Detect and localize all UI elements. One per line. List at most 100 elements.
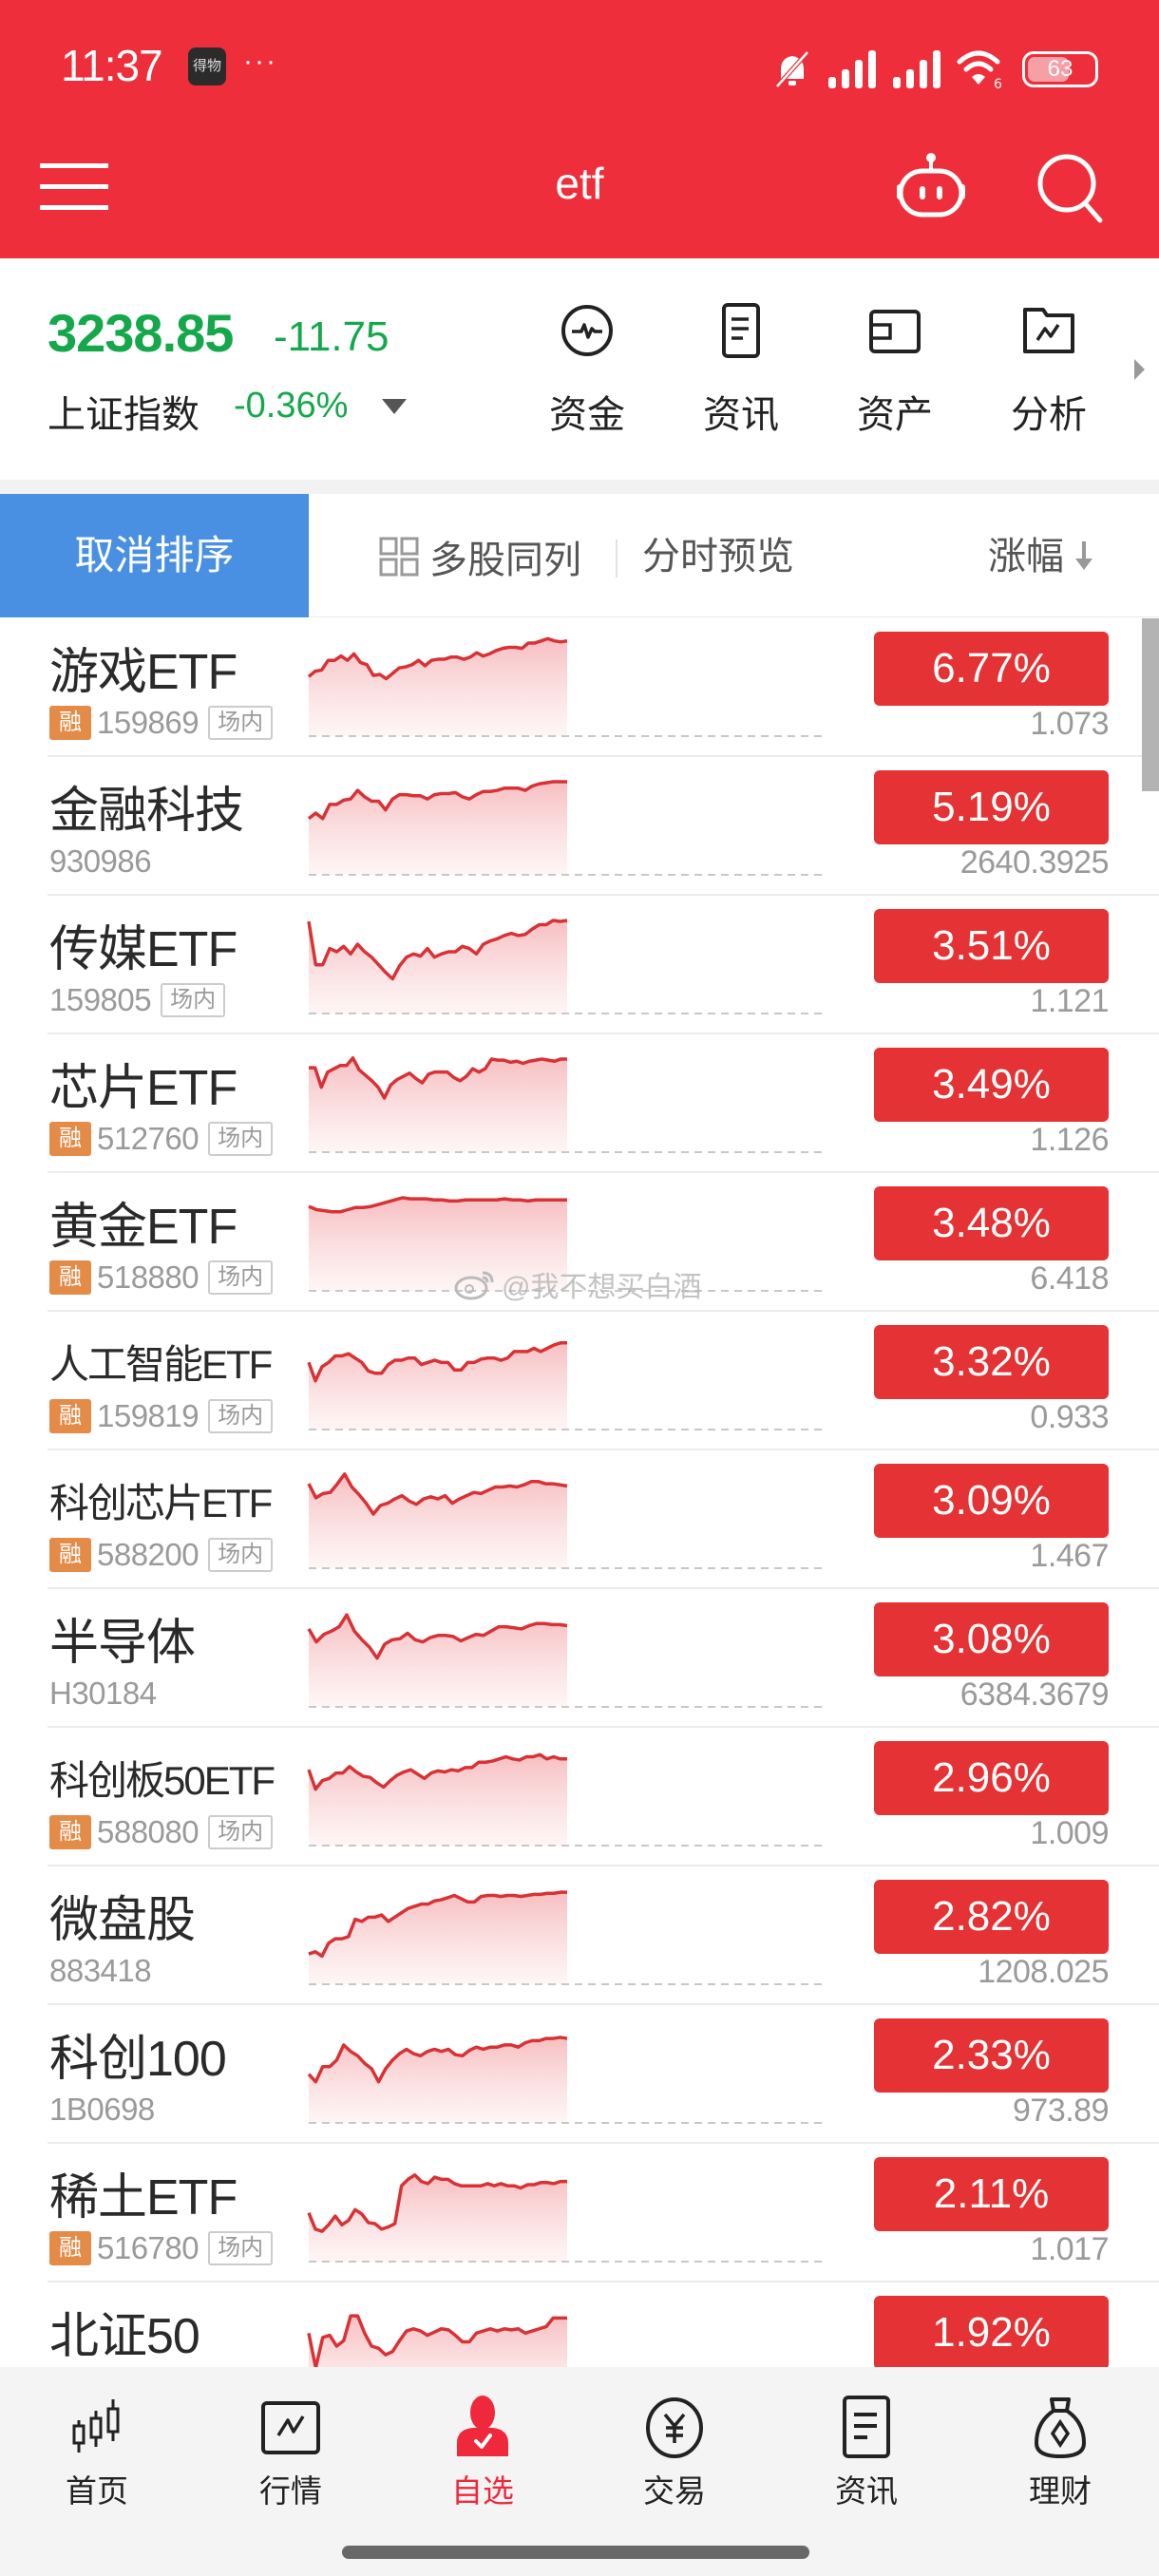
sparkline-area bbox=[309, 1197, 567, 1291]
intraday-sparkline bbox=[309, 1056, 826, 1153]
margin-tag: 融 bbox=[49, 1260, 91, 1295]
stock-row[interactable]: 科创板50ETF 融 588080 场内 2.96% 1.009 bbox=[0, 1728, 1159, 1866]
stock-code-line: 融 512760 场内 bbox=[49, 1121, 274, 1156]
intraday-sparkline bbox=[308, 1196, 826, 1292]
sparkline-area bbox=[309, 2174, 567, 2262]
intraday-sparkline bbox=[307, 1472, 826, 1569]
more-links-arrow-icon[interactable] bbox=[1134, 359, 1145, 380]
margin-tag: 融 bbox=[49, 1815, 91, 1849]
stock-row[interactable]: 人工智能ETF 融 159819 场内 3.32% 0.933 bbox=[0, 1312, 1159, 1450]
signal-icon bbox=[828, 50, 876, 88]
stock-row[interactable]: 半导体 H30184 3.08% 6384.3679 bbox=[0, 1589, 1159, 1728]
folder-chart-icon bbox=[1023, 308, 1074, 353]
stock-price: 973.89 bbox=[1013, 2093, 1110, 2129]
nav-market[interactable]: 行情 bbox=[234, 2394, 348, 2511]
stock-row[interactable]: 芯片ETF 融 512760 场内 3.49% 1.126 bbox=[0, 1034, 1159, 1173]
exchange-tag: 场内 bbox=[161, 983, 226, 1017]
stock-row[interactable]: 金融科技 930986 5.19% 2640.3925 bbox=[0, 757, 1159, 896]
exchange-tag: 场内 bbox=[208, 1538, 274, 1572]
multi-stock-label: 多股同列 bbox=[429, 540, 581, 581]
nav-wealth[interactable]: 理财 bbox=[1003, 2394, 1117, 2511]
home-indicator[interactable] bbox=[342, 2546, 809, 2559]
stock-row[interactable]: 科创芯片ETF 融 588200 场内 3.09% 1.467 bbox=[0, 1450, 1159, 1589]
stock-price: 1.121 bbox=[1030, 983, 1109, 1019]
intraday-sparkline bbox=[307, 2314, 567, 2367]
robot-assistant-icon[interactable] bbox=[893, 150, 969, 218]
search-icon[interactable] bbox=[1036, 152, 1108, 224]
stock-price: 6384.3679 bbox=[960, 1676, 1110, 1713]
index-change-pct: -0.36% bbox=[234, 386, 349, 426]
sparkline-area bbox=[309, 638, 567, 736]
document-icon bbox=[722, 303, 760, 358]
exchange-tag: 场内 bbox=[208, 1815, 274, 1849]
intraday-sparkline bbox=[307, 919, 826, 1014]
change-pct-badge: 2.96% bbox=[874, 1741, 1109, 1815]
nav-label: 自选 bbox=[451, 2473, 514, 2509]
hamburger-menu-icon[interactable] bbox=[38, 161, 110, 211]
wifi-icon: 6 bbox=[957, 50, 1002, 90]
intraday-sparkline bbox=[308, 1890, 826, 1985]
stock-row[interactable]: 黄金ETF 融 518880 场内 3.48% 6.418 bbox=[0, 1173, 1159, 1312]
quick-link-assets[interactable]: 资产 bbox=[838, 302, 952, 439]
stock-code-line: 融 588080 场内 bbox=[49, 1814, 274, 1849]
intraday-preview-button[interactable]: 分时预览 bbox=[642, 530, 794, 583]
exchange-tag: 场内 bbox=[208, 1122, 274, 1156]
cancel-sort-button[interactable]: 取消排序 bbox=[0, 494, 309, 617]
nav-home[interactable]: 首页 bbox=[40, 2394, 154, 2511]
index-change: -11.75 bbox=[274, 313, 390, 360]
quick-link-funds[interactable]: 资金 bbox=[530, 302, 644, 439]
stock-code-line: H30184 bbox=[49, 1676, 157, 1711]
stock-code-line: 融 516780 场内 bbox=[49, 2230, 274, 2265]
stock-code: 159869 bbox=[97, 705, 200, 740]
nav-trade[interactable]: 交易 bbox=[618, 2394, 732, 2511]
stock-price: 1.467 bbox=[1030, 1538, 1109, 1574]
stock-row[interactable]: 稀土ETF 融 516780 场内 2.11% 1.017 bbox=[0, 2144, 1159, 2282]
quick-link-analysis[interactable]: 分析 bbox=[992, 302, 1106, 439]
stock-row[interactable]: 北证50 1.92% bbox=[0, 2282, 1159, 2367]
index-panel[interactable]: 3238.85 -11.75 上证指数 -0.36% 资金 资讯 资产 分析 bbox=[0, 258, 1159, 480]
exchange-tag: 场内 bbox=[208, 1399, 274, 1433]
intraday-sparkline bbox=[307, 636, 826, 737]
pulse-circle-icon bbox=[561, 305, 613, 356]
stock-row[interactable]: 游戏ETF 融 159869 场内 6.77% 1.073 bbox=[0, 618, 1159, 757]
stock-price: 0.933 bbox=[1030, 1399, 1109, 1435]
index-price: 3238.85 bbox=[48, 303, 234, 363]
margin-tag: 融 bbox=[49, 1399, 91, 1433]
battery-icon: 63 bbox=[1022, 51, 1098, 87]
change-pct-badge: 3.32% bbox=[874, 1325, 1109, 1399]
stock-name: 黄金ETF bbox=[49, 1200, 238, 1255]
change-pct-badge: 3.09% bbox=[874, 1464, 1109, 1538]
sort-by-change-button[interactable]: 涨幅 bbox=[988, 530, 1094, 583]
stock-row[interactable]: 科创100 1B0698 2.33% 973.89 bbox=[0, 2005, 1159, 2144]
money-bag-icon bbox=[1035, 2397, 1086, 2458]
grid-icon bbox=[379, 537, 419, 577]
more-notifications-icon: ··· bbox=[243, 46, 277, 77]
page-title: etf bbox=[555, 159, 604, 208]
stock-code: 883418 bbox=[49, 1953, 152, 1988]
nav-label: 行情 bbox=[259, 2473, 322, 2509]
stock-code-line: 883418 bbox=[49, 1953, 152, 1988]
list-scrollbar[interactable] bbox=[1142, 618, 1159, 791]
stock-row[interactable]: 微盘股 883418 2.82% 1208.025 bbox=[0, 1866, 1159, 2005]
nav-watchlist[interactable]: 自选 bbox=[426, 2394, 540, 2511]
stock-code: 930986 bbox=[49, 843, 152, 879]
nav-news[interactable]: 资讯 bbox=[809, 2394, 923, 2511]
stock-name: 游戏ETF bbox=[49, 645, 238, 700]
change-pct-badge: 3.49% bbox=[874, 1048, 1109, 1122]
battery-level: 63 bbox=[1047, 56, 1074, 82]
multi-stock-button[interactable]: 多股同列 bbox=[378, 530, 581, 583]
stock-name: 稀土ETF bbox=[49, 2170, 238, 2226]
quick-link-label: 资产 bbox=[857, 394, 933, 436]
stock-price: 1.126 bbox=[1030, 1122, 1109, 1158]
margin-tag: 融 bbox=[49, 1538, 91, 1572]
index-switch-caret-icon[interactable] bbox=[382, 399, 407, 414]
stock-code: 516780 bbox=[97, 2230, 200, 2265]
list-toolbar: 取消排序 多股同列 分时预览 涨幅 bbox=[0, 494, 1159, 617]
stock-row[interactable]: 传媒ETF 159805 场内 3.51% 1.121 bbox=[0, 896, 1159, 1034]
stock-price: 1208.025 bbox=[978, 1954, 1109, 1990]
stock-code: 1B0698 bbox=[49, 2092, 155, 2127]
quick-link-news[interactable]: 资讯 bbox=[684, 302, 798, 439]
intraday-sparkline bbox=[307, 2036, 826, 2124]
watchlist[interactable]: 游戏ETF 融 159869 场内 6.77% 1.073 金融科技 930986 5.19% 2… bbox=[0, 618, 1159, 2367]
stock-code-line: 融 159819 场内 bbox=[49, 1398, 274, 1433]
